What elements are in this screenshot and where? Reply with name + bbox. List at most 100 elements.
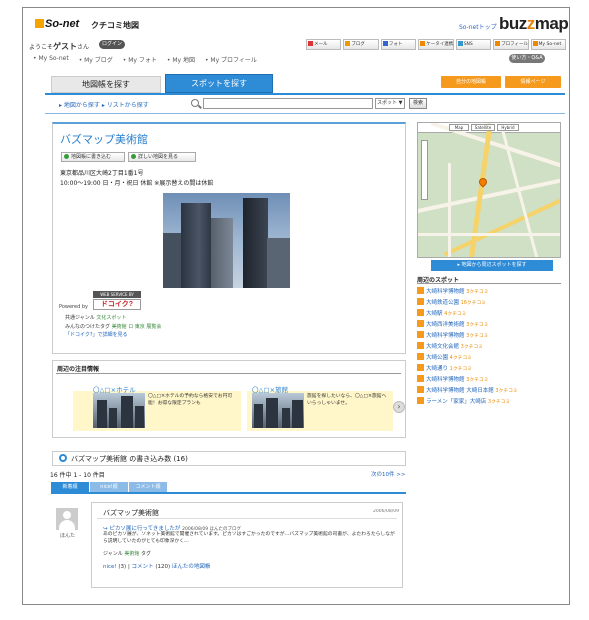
- spot-icon: [417, 375, 424, 382]
- ad-card-ryokan-image[interactable]: [252, 393, 304, 428]
- write-to-map-label: 地図帳に書き込む: [71, 154, 112, 160]
- tab-underline: [45, 93, 565, 95]
- sonet-top-link[interactable]: So-netトップ: [459, 22, 497, 31]
- review-blog-link[interactable]: ↪ ピカソ展に行ってきましたが 2006/08/09 ほんたのブログ: [103, 524, 241, 532]
- nearby-spot-name[interactable]: 大崎科学博物館: [426, 289, 465, 295]
- help-button[interactable]: 使い方・Q&A: [509, 54, 545, 63]
- my-map-button[interactable]: 自分の地図帳: [441, 76, 501, 88]
- next-arrow-icon[interactable]: ›: [393, 401, 405, 413]
- map-zoom-slider[interactable]: [421, 140, 428, 200]
- nearby-spot-item[interactable]: 大崎通り 1クチコミ: [417, 364, 472, 372]
- info-page-button[interactable]: 情報ページ: [505, 76, 561, 88]
- nearby-spot-item[interactable]: 大崎科学博物館 3クチコミ: [417, 287, 489, 295]
- service-link[interactable]: フォト: [380, 39, 417, 50]
- divider: [45, 113, 565, 114]
- my-nav-link[interactable]: • My ブログ: [79, 55, 113, 64]
- user-map-link[interactable]: ほんたの地図帳: [172, 564, 211, 570]
- service-link[interactable]: My So-net: [530, 39, 566, 50]
- my-nav-link[interactable]: • My So-net: [33, 55, 69, 64]
- login-button[interactable]: ログイン: [99, 40, 125, 49]
- spot-genre: 共通ジャンル 文化スポット: [65, 314, 126, 321]
- my-nav-link[interactable]: • My フォト: [123, 55, 157, 64]
- review-user-name[interactable]: ほんた: [60, 532, 75, 539]
- service-link[interactable]: メール: [306, 39, 342, 50]
- map-type-hybrid-button[interactable]: Hybrid: [497, 124, 519, 131]
- tab-map-search[interactable]: 地図帳を探す: [51, 76, 161, 93]
- write-to-map-button[interactable]: 地図帳に書き込む: [61, 152, 125, 162]
- service-label: プロフィール: [501, 42, 529, 47]
- dokoiku-logo[interactable]: ドコイク?: [93, 299, 141, 310]
- ad-card-hotel-text: 〇△□×ホテルの予約なら格安でお円可能！お得な限定プランも: [148, 394, 233, 406]
- search-sublinks[interactable]: ▸ 地図から探す ▸ リストから探す: [59, 100, 149, 109]
- spot-icon: [417, 386, 424, 393]
- nearby-spot-count: 3クチコミ: [495, 389, 518, 394]
- nearby-spot-count: 3クチコミ: [466, 290, 489, 295]
- tab-sort-comment[interactable]: コメント順: [129, 482, 167, 492]
- nearby-spot-count: 3クチコミ: [488, 400, 511, 405]
- nearby-spot-name[interactable]: 大崎科学博物館: [426, 333, 465, 339]
- review-footer: nice! (3) | コメント (120) ほんたの地図帳: [103, 564, 211, 570]
- spot-title: バズマップ美術館: [60, 133, 148, 146]
- review-genre: ジャンル 美術館 タグ: [103, 550, 151, 557]
- welcome-text: ようこそゲストさん: [29, 41, 89, 52]
- reviews-next-link[interactable]: 次の10件 >>: [371, 470, 405, 478]
- detail-map-button[interactable]: 詳しい地図を見る: [128, 152, 196, 162]
- tab-spot-search[interactable]: スポットを探す: [165, 74, 273, 93]
- ad-card-hotel-image[interactable]: [93, 393, 145, 428]
- map-type-satellite-button[interactable]: Satellite: [471, 124, 495, 131]
- nearby-spot-item[interactable]: 大崎科学博物館 3クチコミ: [417, 375, 489, 383]
- nearby-spot-item[interactable]: ラーメン「家家」大崎店 3クチコミ: [417, 397, 510, 405]
- my-nav-link[interactable]: • My プロフィール: [205, 55, 257, 64]
- nearby-spot-item[interactable]: 大崎鉄道公園 16クチコミ: [417, 298, 486, 306]
- ad-card-ryokan-text: 旅館を探したいなら、〇△□×旅館へいらっしゃいませ。: [307, 394, 387, 406]
- service-link[interactable]: SNS: [455, 39, 492, 50]
- sonet-logo[interactable]: So-net: [35, 18, 79, 30]
- review-genre-link[interactable]: 美術館: [124, 551, 139, 557]
- service-link[interactable]: ブログ: [343, 39, 379, 50]
- nearby-spot-name[interactable]: 大崎科学博物館: [426, 377, 465, 383]
- comment-link[interactable]: コメント: [132, 564, 154, 570]
- nearby-spot-item[interactable]: 大崎公園 4クチコミ: [417, 353, 472, 361]
- nearby-spot-name[interactable]: 大崎文化会館: [426, 344, 459, 350]
- tab-sort-newest[interactable]: 新着順: [51, 482, 89, 492]
- nearby-spot-item[interactable]: 大崎科学博物館 3クチコミ: [417, 331, 489, 339]
- nice-count: (3): [118, 564, 127, 570]
- genre-link[interactable]: 文化スポット: [96, 315, 126, 321]
- service-link[interactable]: プロフィール: [493, 39, 529, 50]
- search-input[interactable]: [203, 98, 373, 109]
- nearby-spot-item[interactable]: 大崎西洋美術館 3クチコミ: [417, 320, 489, 328]
- nearby-spot-name[interactable]: ラーメン「家家」大崎店: [426, 399, 486, 405]
- service-label: ケータイ連携: [426, 42, 454, 47]
- nearby-spot-name[interactable]: 大崎西洋美術館: [426, 322, 465, 328]
- spot-photo: [163, 193, 290, 288]
- review-tag-label: タグ: [140, 551, 151, 557]
- divider: [56, 373, 401, 374]
- my-nav-link[interactable]: • My 地図: [167, 55, 195, 64]
- attention-title: 周辺の注目情報: [57, 366, 100, 373]
- nearby-spot-name[interactable]: 大崎公園: [426, 355, 448, 361]
- spot-icon: [417, 364, 424, 371]
- map-type-map-button[interactable]: Map: [449, 124, 469, 131]
- nearby-spot-item[interactable]: 大崎科学博物館 大崎日本館 3クチコミ: [417, 386, 518, 394]
- nearby-spot-item[interactable]: 大崎文化会館 3クチコミ: [417, 342, 483, 350]
- tab-sort-nice[interactable]: nice!順: [90, 482, 128, 492]
- web-service-label: WEB SERVICE BY: [93, 291, 141, 298]
- nearby-search-button[interactable]: ▸ 地図から周辺スポットを探す: [431, 260, 553, 271]
- nearby-spot-name[interactable]: 大崎科学博物館 大崎日本館: [426, 388, 494, 394]
- search-button[interactable]: 検索: [409, 98, 427, 109]
- service-link[interactable]: ケータイ連携: [418, 39, 454, 50]
- nearby-spot-name[interactable]: 大崎駅: [426, 311, 443, 317]
- search-type-select[interactable]: スポット ▼: [375, 98, 405, 109]
- avatar[interactable]: [56, 508, 78, 530]
- nearby-spot-name[interactable]: 大崎鉄道公園: [426, 300, 459, 306]
- map-view[interactable]: [417, 122, 561, 258]
- nearby-spot-item[interactable]: 大崎駅 4クチコミ: [417, 309, 467, 317]
- buzzmap-logo[interactable]: buzzmap: [499, 14, 568, 34]
- service-icon: [345, 41, 351, 46]
- nearby-spot-name[interactable]: 大崎通り: [426, 366, 448, 372]
- nice-link[interactable]: nice!: [103, 564, 117, 570]
- nearby-spot-count: 16クチコミ: [460, 301, 487, 306]
- dokoiku-detail-link[interactable]: 「ドコイク?」で詳細を見る: [65, 331, 128, 338]
- page-frame: So-net クチコミ地図 So-netトップ buzzmap ようこそゲストさ…: [22, 7, 570, 605]
- tags-links[interactable]: 美術館 ロ 東京 展覧会: [112, 324, 162, 330]
